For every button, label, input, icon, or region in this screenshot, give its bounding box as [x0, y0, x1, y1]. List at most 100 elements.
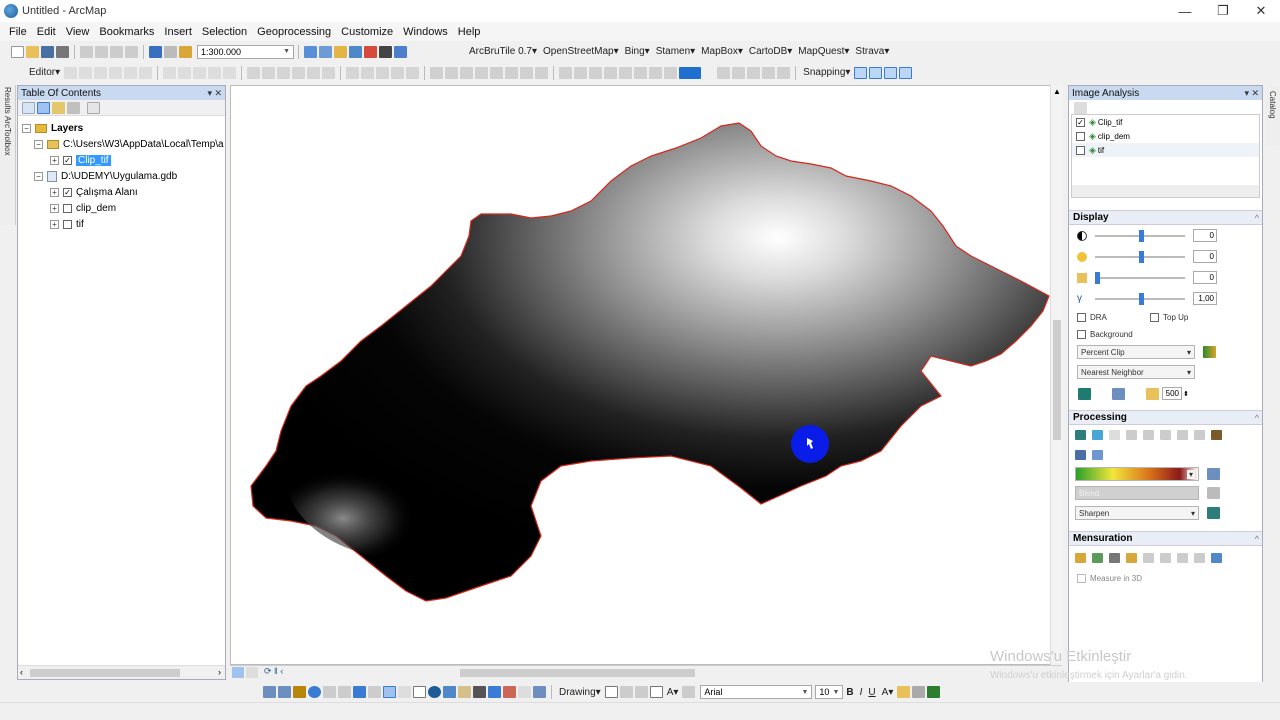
scroll-thumb[interactable] [1053, 320, 1061, 440]
menu-windows[interactable]: Windows [398, 26, 453, 38]
paste-icon[interactable] [110, 45, 123, 58]
shaded-relief-icon[interactable] [1075, 450, 1086, 460]
font-combo[interactable]: Arial ▼ [700, 685, 813, 699]
spatial-adjust-icon[interactable] [277, 66, 291, 79]
ia-layer-checkbox[interactable] [1076, 131, 1085, 141]
measure3d-checkbox[interactable] [1077, 574, 1086, 583]
transparency-slider[interactable] [1095, 271, 1185, 284]
arcbrutile-menu[interactable]: ArcBruTile 0.7▾ [466, 46, 540, 57]
menu-edit[interactable]: Edit [32, 26, 61, 38]
identify-icon[interactable] [428, 686, 441, 698]
list-by-source-icon[interactable] [37, 101, 50, 114]
new-icon[interactable] [11, 45, 24, 58]
brightness-slider[interactable] [1095, 250, 1185, 263]
cleanup-session-icon[interactable] [717, 66, 731, 79]
vectorize-layer-icon[interactable] [777, 66, 791, 79]
clip-tif-label[interactable]: Clip_tif [76, 154, 111, 166]
attributes-icon[interactable] [193, 66, 207, 79]
collapse-icon[interactable]: − [34, 139, 43, 149]
create-features-icon[interactable] [223, 66, 237, 79]
centroid-tool-icon[interactable] [1194, 553, 1205, 563]
georef-icon[interactable] [262, 66, 276, 79]
strava-menu[interactable]: Strava▾ [852, 46, 892, 57]
scroll-up-icon[interactable]: ▲ [1053, 87, 1061, 96]
topup-checkbox[interactable] [1150, 313, 1159, 322]
composite-tool-icon[interactable] [1092, 430, 1103, 440]
delete-icon[interactable] [125, 45, 138, 58]
menu-selection[interactable]: Selection [197, 26, 252, 38]
vectorization-icon[interactable] [732, 66, 746, 79]
python-icon[interactable] [379, 45, 392, 58]
spinner-icon[interactable]: ⬍ [1183, 390, 1189, 398]
shadow-tool-icon[interactable] [1143, 553, 1154, 563]
underline-icon[interactable]: U [865, 687, 878, 698]
end-point-arc-icon[interactable] [109, 66, 123, 79]
options-icon[interactable] [1074, 102, 1087, 114]
trace-icon[interactable] [124, 66, 138, 79]
measure-icon[interactable] [473, 686, 486, 698]
redo-icon[interactable] [164, 45, 177, 58]
histogram-icon[interactable] [1203, 346, 1216, 358]
edge-snap-icon[interactable] [899, 66, 913, 79]
contrast-value[interactable]: 0 [1193, 229, 1217, 242]
viewer-window-icon[interactable] [533, 686, 546, 698]
align-to-shape-icon[interactable] [535, 66, 549, 79]
brightness-value[interactable]: 0 [1193, 250, 1217, 263]
menu-view[interactable]: View [61, 26, 95, 38]
method-apply-icon[interactable] [1207, 507, 1220, 519]
tree-row-layers[interactable]: − Layers [22, 120, 225, 136]
forward-extent-icon[interactable] [368, 686, 381, 698]
topology-icon[interactable] [247, 66, 261, 79]
font-size-combo[interactable]: 10 ▼ [815, 685, 844, 699]
zoom-out-icon[interactable] [278, 686, 291, 698]
hyperlink-icon[interactable] [443, 686, 456, 698]
map-horizontal-scrollbar[interactable]: ⟳ ‖ ‹ [230, 665, 1062, 679]
split-icon[interactable] [163, 66, 177, 79]
undo-icon[interactable] [149, 45, 162, 58]
line-color-icon[interactable] [912, 686, 926, 698]
area-tool-icon[interactable] [1160, 553, 1171, 563]
hillshade-tool-icon[interactable] [1160, 430, 1171, 440]
collapse-icon[interactable]: − [22, 123, 31, 133]
versioning-icon[interactable] [391, 66, 405, 79]
list-by-selection-icon[interactable] [67, 101, 80, 114]
smooth-icon[interactable] [445, 66, 459, 79]
tree-row-tif[interactable]: + tif [22, 216, 225, 232]
results-tab[interactable]: Results [3, 87, 12, 114]
color-swatch-icon[interactable] [679, 66, 702, 79]
flicker-rate-value[interactable]: 500 [1162, 387, 1182, 400]
full-extent-icon[interactable] [308, 686, 321, 698]
edit-vertices-icon[interactable] [682, 686, 696, 698]
resample-combo[interactable]: Nearest Neighbor ▾ [1077, 365, 1195, 379]
schematic-icon[interactable] [406, 66, 420, 79]
scale-combo[interactable]: 1:300.000 ▼ [197, 44, 294, 59]
dimension-icon[interactable] [361, 66, 375, 79]
toc-options-icon[interactable] [87, 101, 100, 114]
clear-selection-icon[interactable] [398, 686, 411, 698]
arctoolbox-icon[interactable] [364, 45, 377, 58]
menu-customize[interactable]: Customize [336, 26, 398, 38]
editor-toolbar-icon[interactable] [304, 45, 317, 58]
font-color-icon[interactable]: A▾ [879, 687, 897, 698]
expand-icon[interactable]: + [50, 203, 59, 213]
menu-help[interactable]: Help [453, 26, 486, 38]
distance-tool-icon[interactable] [1075, 553, 1086, 563]
pansharpen-tool-icon[interactable] [1194, 430, 1205, 440]
tree-row-gdb[interactable]: − D:\UDEMY\Uygulama.gdb [22, 168, 225, 184]
trim-icon[interactable] [505, 66, 519, 79]
stamen-menu[interactable]: Stamen▾ [653, 46, 698, 57]
ia-list-scrollbar[interactable] [1072, 185, 1259, 197]
gamma-value[interactable]: 1,00 [1193, 292, 1217, 305]
ia-layer-checkbox[interactable]: ✓ [1076, 117, 1085, 127]
go-to-xy-icon[interactable] [503, 686, 516, 698]
raster-line-icon[interactable] [619, 66, 633, 79]
layer-checkbox[interactable]: ✓ [63, 187, 72, 197]
arctoolbox-tab[interactable]: ArcToolbox [3, 116, 12, 156]
raster-fill-icon[interactable] [604, 66, 618, 79]
rectangle-icon[interactable] [649, 686, 663, 698]
open-icon[interactable] [26, 45, 39, 58]
slider-thumb[interactable] [1139, 250, 1144, 263]
refresh-icon[interactable]: ⟳ ‖ ‹ [264, 666, 283, 677]
edit-annotation-icon[interactable] [79, 66, 93, 79]
vectorize-settings-icon[interactable] [762, 66, 776, 79]
